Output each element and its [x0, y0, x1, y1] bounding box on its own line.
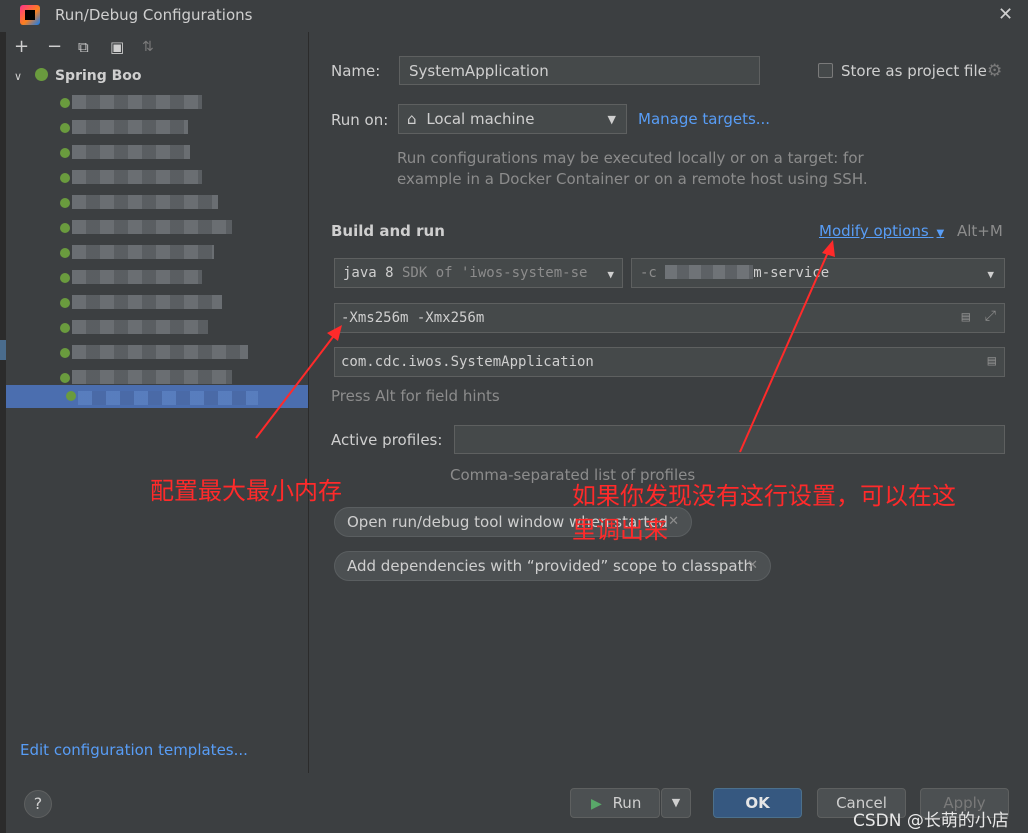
add-icon[interactable]: +: [14, 38, 29, 56]
spring-boot-config-icon[interactable]: [60, 348, 70, 358]
spring-boot-config-icon[interactable]: [60, 173, 70, 183]
module-select[interactable]: -c m-service ▼: [631, 258, 1005, 288]
option-chip-provided-scope[interactable]: Add dependencies with “provided” scope t…: [334, 551, 771, 581]
window-title: Run/Debug Configurations: [55, 6, 253, 24]
redacted-item: [72, 120, 188, 134]
active-profiles-label: Active profiles:: [331, 431, 443, 449]
annotation-memory: 配置最大最小内存: [150, 477, 342, 505]
gear-icon[interactable]: ⚙: [987, 61, 1002, 81]
run-on-label: Run on:: [331, 111, 389, 129]
close-icon[interactable]: ✕: [747, 552, 758, 580]
expand-icon[interactable]: ⤢: [985, 308, 996, 324]
main-class-input[interactable]: com.cdc.iwos.SystemApplication ▤: [334, 347, 1005, 377]
tree-node-spring-boot[interactable]: ∨ Spring Boo: [14, 68, 142, 84]
build-run-heading: Build and run: [331, 222, 445, 240]
document-icon[interactable]: ▤: [988, 353, 996, 369]
annotation-modify-line1: 如果你发现没有这行设置，可以在这: [572, 482, 956, 510]
home-icon: ⌂: [407, 110, 417, 128]
redacted-item: [72, 270, 202, 284]
sdk-version: java 8: [343, 265, 394, 281]
active-profiles-input[interactable]: [454, 425, 1005, 454]
module-prefix: -c: [640, 265, 657, 281]
sdk-detail: SDK of 'iwos-system-se: [393, 265, 588, 281]
redacted-item: [78, 391, 258, 405]
redacted-item: [72, 170, 202, 184]
tree-node-label: Spring Boo: [54, 68, 142, 84]
redacted-item: [72, 95, 202, 109]
redacted-item: [72, 220, 232, 234]
sort-icon[interactable]: ⇅: [142, 38, 154, 56]
intellij-logo-icon: [20, 5, 40, 25]
module-suffix: m-service: [753, 265, 830, 281]
name-input[interactable]: SystemApplication: [399, 56, 760, 85]
chip-label: Add dependencies with “provided” scope t…: [347, 557, 753, 575]
chevron-down-icon: ▼: [936, 228, 945, 239]
run-on-hint-line2: example in a Docker Container or on a re…: [397, 170, 868, 188]
chevron-down-icon: ▼: [607, 113, 616, 126]
field-hint: Press Alt for field hints: [331, 387, 500, 405]
modify-options-link[interactable]: Modify options ▼: [819, 222, 944, 240]
spring-boot-config-icon[interactable]: [60, 373, 70, 383]
spring-boot-config-icon[interactable]: [60, 98, 70, 108]
remove-icon[interactable]: −: [47, 38, 62, 56]
redacted-item: [72, 345, 248, 359]
run-button[interactable]: ▶ Run: [570, 788, 660, 818]
redacted-module: [665, 265, 754, 279]
chevron-down-icon: ▼: [603, 268, 614, 281]
annotation-modify-line2: 里调出来: [572, 516, 668, 544]
vm-options-value: -Xms256m -Xmx256m: [341, 310, 485, 326]
sdk-select[interactable]: java 8 SDK of 'iwos-system-se ▼: [334, 258, 623, 288]
copy-icon[interactable]: ⧉: [78, 38, 89, 56]
run-dropdown-button[interactable]: ▼: [661, 788, 691, 818]
store-project-checkbox[interactable]: [818, 63, 833, 78]
run-on-hint-line1: Run configurations may be executed local…: [397, 149, 864, 167]
spring-boot-icon: [34, 68, 48, 81]
chevron-down-icon[interactable]: ∨: [14, 70, 22, 83]
run-on-value: Local machine: [426, 110, 535, 128]
name-label: Name:: [331, 62, 381, 80]
spring-boot-config-icon[interactable]: [60, 198, 70, 208]
redacted-item: [72, 295, 222, 309]
csdn-watermark: CSDN @长萌的小店: [853, 811, 1009, 831]
spring-boot-config-icon[interactable]: [60, 248, 70, 258]
store-project-label[interactable]: Store as project file: [841, 62, 987, 80]
chevron-down-icon: ▼: [671, 796, 681, 809]
close-icon[interactable]: ✕: [668, 508, 679, 536]
title-bar: Run/Debug Configurations ✕: [0, 0, 1028, 32]
close-icon[interactable]: ✕: [998, 4, 1013, 25]
arrowhead: [822, 240, 835, 257]
edit-templates-link[interactable]: Edit configuration templates...: [20, 741, 248, 759]
spring-boot-config-icon[interactable]: [60, 298, 70, 308]
spring-boot-config-icon: [66, 391, 76, 401]
spring-boot-config-icon[interactable]: [60, 273, 70, 283]
redacted-item: [72, 370, 232, 384]
modify-options-shortcut: Alt+M: [957, 222, 1003, 240]
tree-item-selected[interactable]: [6, 385, 308, 408]
run-label: Run: [612, 794, 642, 812]
spring-boot-config-icon[interactable]: [60, 148, 70, 158]
chevron-down-icon: ▼: [987, 268, 994, 281]
play-icon: ▶: [591, 796, 602, 812]
configuration-tree-panel: + − ⧉ ▣ ⇅ ∨ Spring Boo Edit configuratio…: [6, 32, 309, 773]
document-icon[interactable]: ▤: [962, 309, 970, 325]
spring-boot-config-icon[interactable]: [60, 323, 70, 333]
folder-icon[interactable]: ▣: [110, 38, 124, 56]
help-button[interactable]: ?: [24, 790, 52, 818]
redacted-item: [72, 245, 214, 259]
spring-boot-config-icon[interactable]: [60, 223, 70, 233]
main-class-value: com.cdc.iwos.SystemApplication: [341, 354, 594, 370]
vm-options-input[interactable]: -Xms256m -Xmx256m ▤ ⤢: [334, 303, 1005, 333]
ok-button[interactable]: OK: [713, 788, 802, 818]
manage-targets-link[interactable]: Manage targets...: [638, 110, 770, 128]
redacted-item: [72, 320, 208, 334]
spring-boot-config-icon[interactable]: [60, 123, 70, 133]
redacted-item: [72, 145, 190, 159]
redacted-item: [72, 195, 218, 209]
modify-options-label: Modify options: [819, 222, 929, 240]
run-on-select[interactable]: ⌂ Local machine ▼: [398, 104, 627, 134]
